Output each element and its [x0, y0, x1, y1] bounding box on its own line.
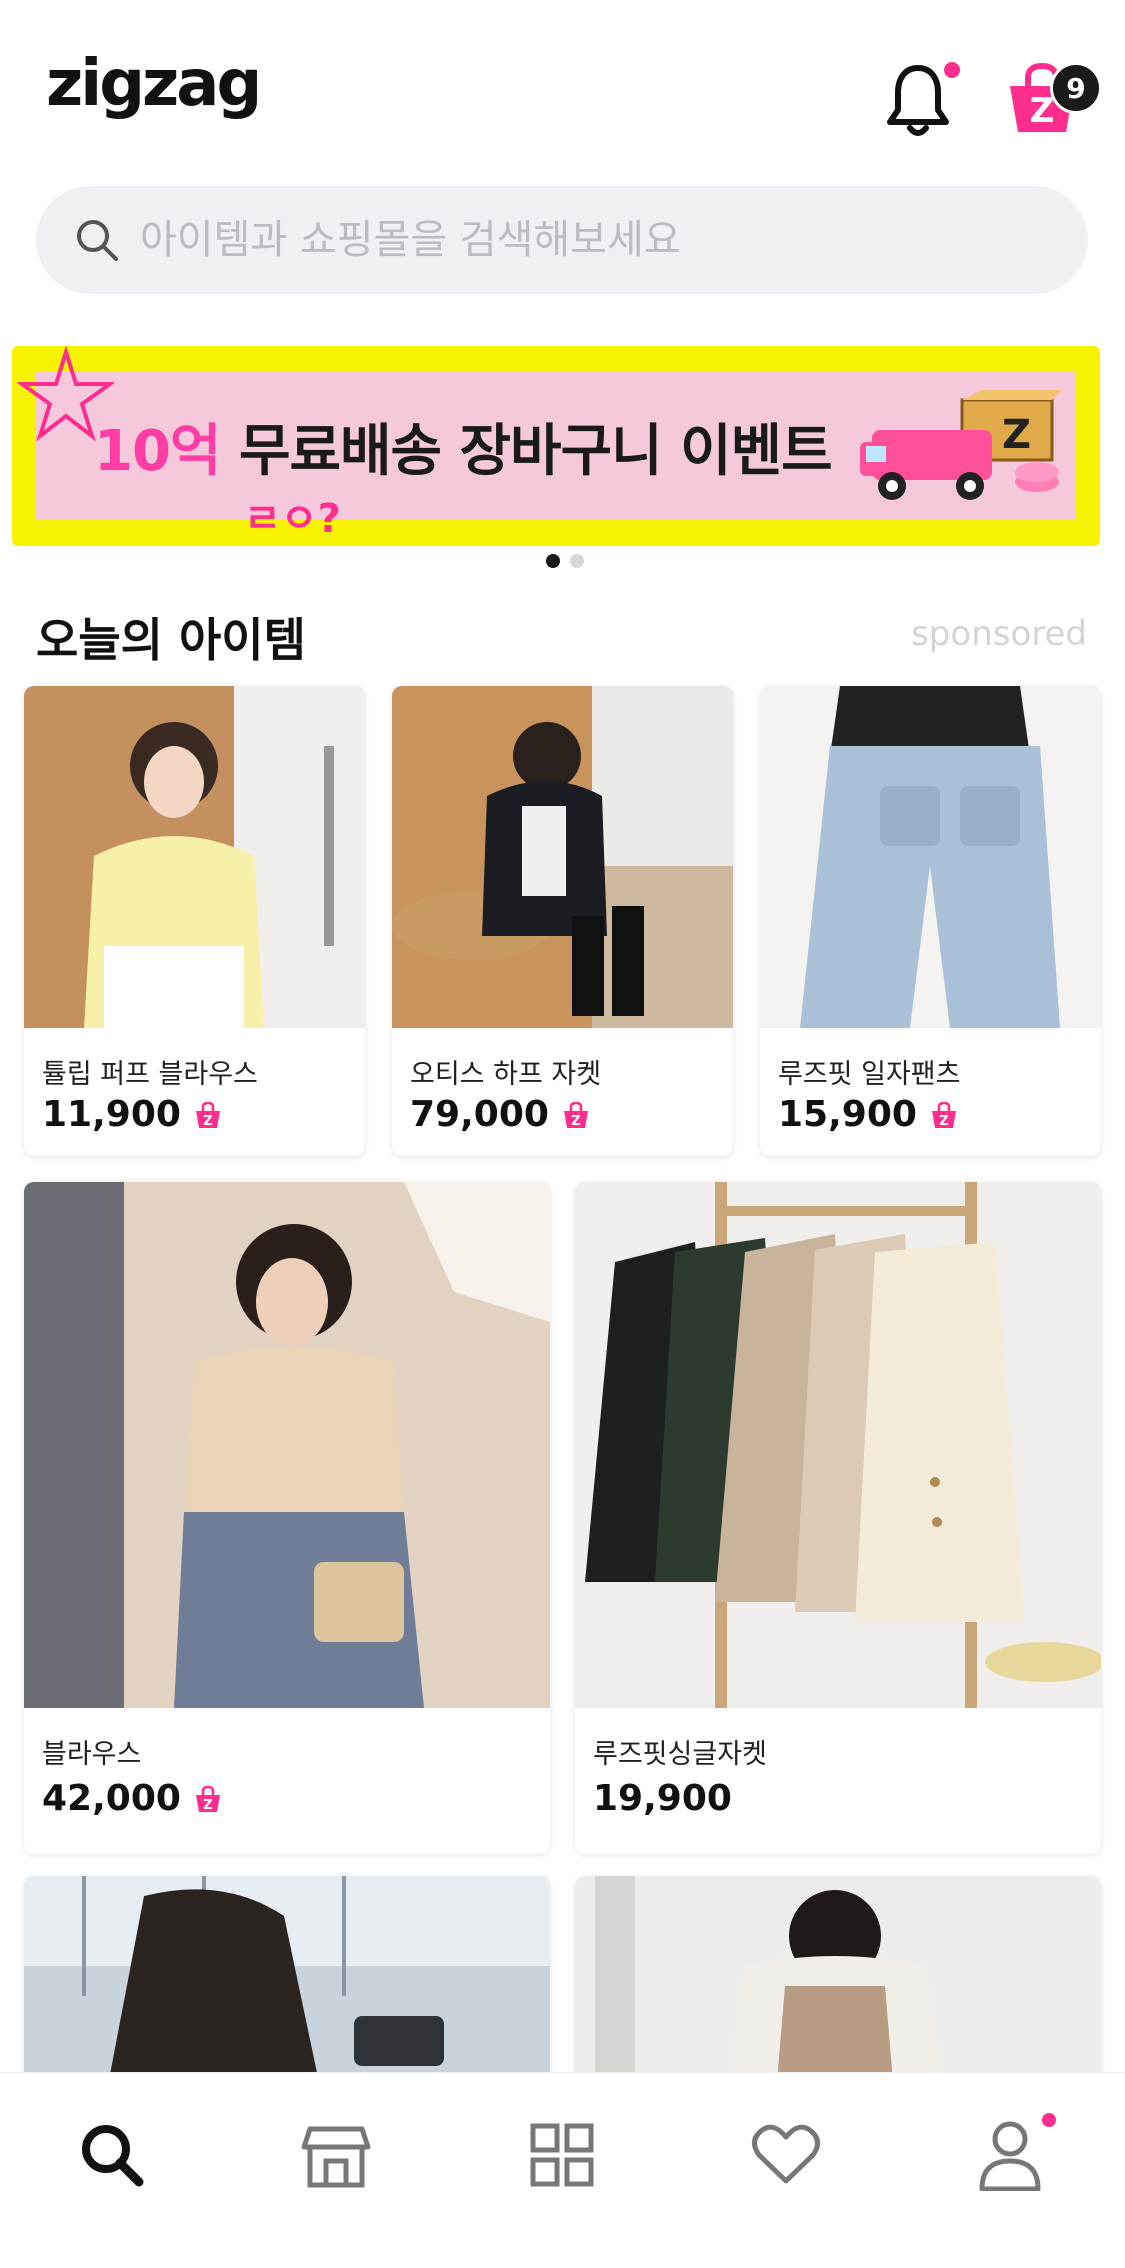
search-icon — [77, 220, 118, 261]
banner-highlight: 10억 — [94, 419, 221, 484]
bottom-navigation — [0, 2072, 1125, 2268]
notification-dot — [944, 62, 960, 78]
product-card[interactable]: 블라우스 42,000 Z — [24, 1182, 550, 1854]
product-card[interactable]: 튤립 퍼프 블라우스 11,900 Z — [24, 686, 365, 1156]
product-name: 루즈핏싱글자켓 — [593, 1739, 767, 1770]
svg-text:Z: Z — [571, 1114, 580, 1129]
product-image[interactable] — [575, 1182, 1101, 1708]
banner-doodle-text: ㄹㅇ? — [244, 496, 341, 542]
store-icon — [301, 2126, 371, 2188]
product-image[interactable] — [24, 1182, 550, 1708]
search-input[interactable] — [140, 217, 1040, 263]
notification-bell-icon[interactable] — [882, 60, 954, 140]
nav-store[interactable] — [296, 2115, 376, 2195]
product-name: 블라우스 — [42, 1739, 142, 1770]
nav-search[interactable] — [72, 2115, 152, 2195]
product-image[interactable] — [760, 686, 1101, 1028]
app-header: zigzag Z 9 — [0, 0, 1125, 180]
nav-category[interactable] — [522, 2115, 602, 2195]
nav-favorites[interactable] — [746, 2115, 826, 2195]
product-name: 루즈핏 일자팬츠 — [778, 1059, 961, 1090]
search-bar[interactable] — [36, 186, 1088, 294]
zpay-bag-icon: Z — [195, 1101, 220, 1129]
zpay-bag-icon: Z — [563, 1101, 588, 1129]
banner-pagination — [546, 554, 584, 568]
pagination-dot-active[interactable] — [546, 554, 560, 568]
sponsored-label: sponsored — [911, 614, 1087, 654]
heart-icon — [752, 2124, 820, 2184]
search-icon — [82, 2125, 144, 2187]
svg-text:Z: Z — [203, 1114, 212, 1129]
product-image[interactable] — [392, 686, 733, 1028]
banner-title: 10억 무료배송 장바구니 이벤트 — [94, 406, 833, 487]
product-price: 79,000 Z — [410, 1094, 591, 1135]
product-card[interactable]: 루즈핏싱글자켓 19,900 — [575, 1182, 1101, 1854]
price-value: 79,000 — [410, 1094, 549, 1135]
cart-count-badge: 9 — [1050, 62, 1102, 114]
product-card[interactable]: 오티스 하프 자켓 79,000 Z — [392, 686, 733, 1156]
nav-profile[interactable] — [970, 2115, 1050, 2195]
zpay-bag-icon: Z — [195, 1785, 220, 1813]
svg-text:Z: Z — [203, 1798, 212, 1813]
product-price: 42,000 Z — [42, 1778, 223, 1819]
svg-text:Z: Z — [939, 1114, 948, 1129]
product-price: 19,900 — [593, 1778, 732, 1819]
section-title: 오늘의 아이템 — [36, 613, 306, 667]
svg-text:Z: Z — [1002, 412, 1031, 458]
price-value: 11,900 — [42, 1094, 181, 1135]
product-image[interactable] — [24, 686, 365, 1028]
price-value: 42,000 — [42, 1778, 181, 1819]
banner-title-text: 무료배송 장바구니 이벤트 — [238, 419, 833, 484]
profile-icon — [979, 2121, 1041, 2191]
event-banner[interactable]: 10억 무료배송 장바구니 이벤트 ㄹㅇ? Z — [12, 346, 1100, 546]
price-value: 19,900 — [593, 1778, 732, 1819]
product-name: 튤립 퍼프 블라우스 — [42, 1059, 258, 1090]
product-price: 11,900 Z — [42, 1094, 223, 1135]
product-name: 오티스 하프 자켓 — [410, 1059, 602, 1090]
delivery-truck-icon: Z — [860, 390, 1062, 500]
pagination-dot[interactable] — [570, 554, 584, 568]
price-value: 15,900 — [778, 1094, 917, 1135]
profile-notification-dot — [1042, 2113, 1056, 2127]
category-grid-icon — [530, 2123, 594, 2187]
product-card[interactable]: 루즈핏 일자팬츠 15,900 Z — [760, 686, 1101, 1156]
product-price: 15,900 Z — [778, 1094, 959, 1135]
zigzag-logo[interactable]: zigzag — [46, 52, 262, 116]
zpay-bag-icon: Z — [931, 1101, 956, 1129]
